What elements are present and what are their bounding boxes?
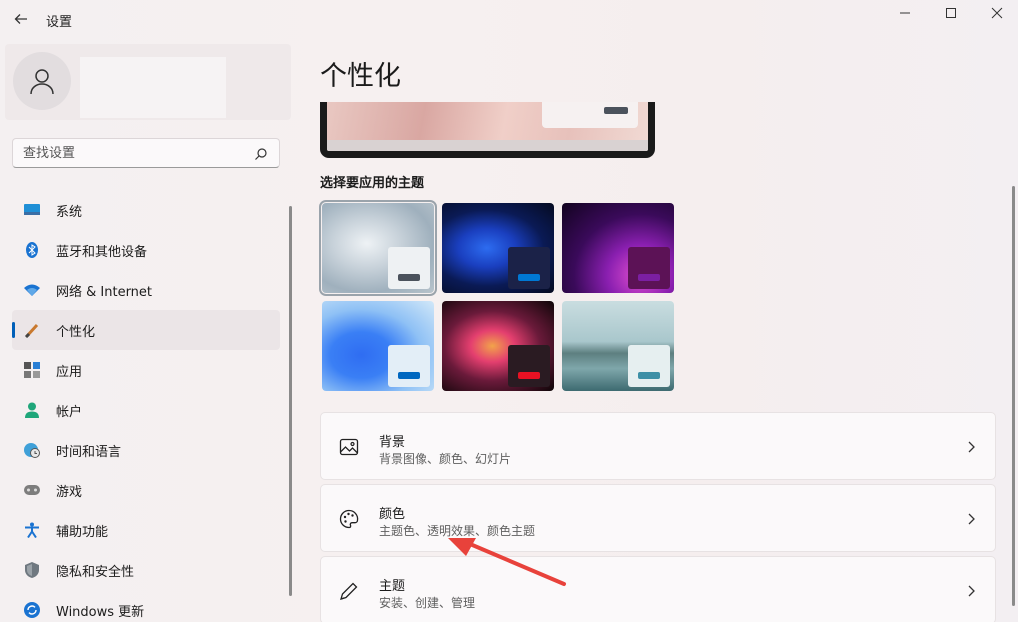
brush-icon — [24, 322, 40, 338]
maximize-icon — [946, 8, 956, 18]
annotation-arrow-icon — [448, 538, 566, 586]
theme-preview — [320, 102, 655, 158]
chevron-right-icon — [968, 441, 975, 453]
profile-name-placeholder — [80, 57, 226, 118]
sidebar-item-windows-update[interactable]: Windows 更新 — [12, 590, 280, 622]
card-title: 主题 — [379, 579, 406, 594]
shield-icon — [24, 562, 40, 578]
theme-accent-bar — [398, 372, 420, 379]
search-icon[interactable] — [253, 146, 269, 162]
colors-settings-card[interactable]: 颜色 主题色、透明效果、颜色主题 — [320, 484, 996, 552]
search-input[interactable] — [23, 144, 243, 162]
theme-accent-bar — [638, 274, 660, 281]
minimize-icon — [900, 12, 910, 14]
preview-taskbar — [327, 140, 648, 151]
globe-clock-icon — [24, 442, 40, 458]
sidebar-item-accessibility[interactable]: 辅助功能 — [12, 510, 280, 550]
sidebar-item-privacy[interactable]: 隐私和安全性 — [12, 550, 280, 590]
preview-window — [542, 102, 638, 128]
sidebar-item-system[interactable]: 系统 — [12, 190, 280, 230]
sidebar-item-personalization[interactable]: 个性化 — [12, 310, 280, 350]
theme-accent-bar — [518, 274, 540, 281]
back-button[interactable] — [10, 8, 32, 30]
monitor-icon — [24, 202, 40, 218]
sidebar-item-apps[interactable]: 应用 — [12, 350, 280, 390]
sidebar-item-gaming[interactable]: 游戏 — [12, 470, 280, 510]
sidebar-item-label: 帐户 — [56, 404, 83, 420]
theme-tile-glow[interactable] — [562, 203, 674, 293]
theme-swatch — [508, 247, 550, 289]
accessibility-icon — [24, 522, 40, 538]
gamepad-icon — [24, 482, 40, 498]
theme-tile-bloom-light[interactable] — [322, 301, 434, 391]
wifi-icon — [24, 282, 40, 298]
theme-tile-flow[interactable] — [562, 301, 674, 391]
back-arrow-icon — [14, 14, 27, 24]
sidebar-item-label: 个性化 — [56, 324, 96, 340]
background-settings-card[interactable]: 背景 背景图像、颜色、幻灯片 — [320, 412, 996, 480]
sidebar-item-label: 网络 & Internet — [56, 284, 153, 300]
update-icon — [24, 602, 40, 618]
person-icon — [30, 69, 54, 95]
theme-accent-bar — [518, 372, 540, 379]
chevron-right-icon — [968, 513, 975, 525]
theme-swatch — [508, 345, 550, 387]
card-subtitle: 背景图像、颜色、幻灯片 — [379, 452, 512, 466]
theme-tile-light[interactable] — [319, 200, 437, 296]
image-icon — [339, 438, 359, 456]
sidebar-item-label: 游戏 — [56, 484, 83, 500]
sidebar-item-label: 应用 — [56, 364, 83, 380]
sidebar-item-accounts[interactable]: 帐户 — [12, 390, 280, 430]
pen-icon — [340, 582, 358, 600]
card-title: 背景 — [379, 435, 406, 450]
user-profile[interactable] — [5, 44, 291, 120]
close-icon — [991, 7, 1003, 19]
search-box[interactable] — [12, 138, 280, 168]
page-title: 个性化 — [320, 61, 401, 92]
title-bar: 设置 — [0, 0, 1018, 40]
sidebar-scrollbar[interactable] — [289, 206, 292, 596]
sidebar-item-label: 蓝牙和其他设备 — [56, 244, 148, 260]
theme-tile-dark[interactable] — [442, 203, 554, 293]
avatar — [13, 52, 71, 110]
apps-icon — [24, 362, 40, 378]
minimize-button[interactable] — [882, 0, 928, 26]
sidebar-item-label: 系统 — [56, 204, 83, 220]
main-scrollbar[interactable] — [1012, 186, 1015, 606]
theme-accent-bar — [398, 274, 420, 281]
maximize-button[interactable] — [928, 0, 974, 26]
person-icon — [24, 402, 40, 418]
themes-settings-card[interactable]: 主题 安装、创建、管理 — [320, 556, 996, 622]
sidebar-item-label: 辅助功能 — [56, 524, 109, 540]
sidebar-item-network[interactable]: 网络 & Internet — [12, 270, 280, 310]
preview-accent-bar — [604, 107, 628, 114]
theme-swatch — [388, 345, 430, 387]
sidebar-nav: 系统 蓝牙和其他设备 网络 & Internet 个性化 应用 帐户 时间和语言… — [12, 190, 280, 622]
theme-swatch — [628, 247, 670, 289]
card-subtitle: 安装、创建、管理 — [379, 596, 476, 610]
themes-section-label: 选择要应用的主题 — [320, 176, 425, 191]
close-button[interactable] — [974, 0, 1018, 26]
sidebar-item-time-language[interactable]: 时间和语言 — [12, 430, 280, 470]
theme-swatch — [388, 247, 430, 289]
palette-icon — [339, 509, 359, 529]
theme-tile-captured-motion[interactable] — [442, 301, 554, 391]
bluetooth-icon — [24, 242, 40, 258]
sidebar-item-label: Windows 更新 — [56, 604, 145, 620]
chevron-right-icon — [968, 585, 975, 597]
theme-accent-bar — [638, 372, 660, 379]
theme-swatch — [628, 345, 670, 387]
app-title: 设置 — [46, 15, 73, 30]
sidebar-item-label: 时间和语言 — [56, 444, 122, 460]
sidebar-item-bluetooth[interactable]: 蓝牙和其他设备 — [12, 230, 280, 270]
sidebar-item-label: 隐私和安全性 — [56, 564, 135, 580]
card-title: 颜色 — [379, 507, 406, 522]
